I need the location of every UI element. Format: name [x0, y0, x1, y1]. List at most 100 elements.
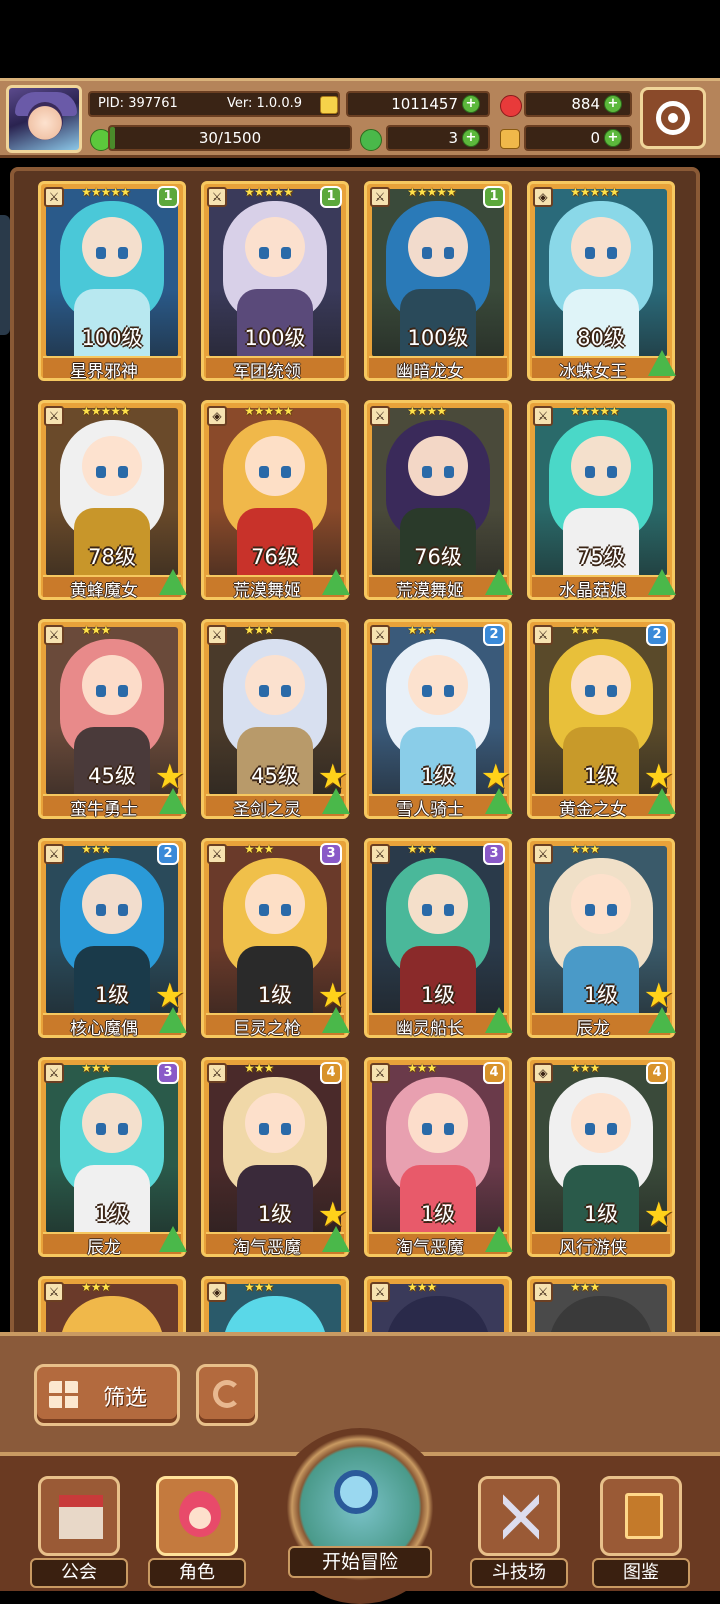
gems-bar: 884 + — [524, 91, 632, 117]
filter-button[interactable]: 筛选 — [34, 1364, 180, 1426]
sword-icon: ⚔ — [44, 844, 64, 864]
gold-amount: 1011457 — [391, 95, 458, 113]
portrait-face — [82, 1093, 142, 1153]
player-id: PID: 397761 — [98, 96, 178, 111]
level-up-arrow-icon — [485, 1226, 513, 1252]
star-rating: ★★★★★ — [244, 185, 294, 199]
portrait-face — [408, 874, 468, 934]
character-card[interactable]: ⚔ ★★★ 45级 ★ 圣剑之灵 — [201, 619, 350, 820]
nav-guild-label: 公会 — [30, 1558, 128, 1588]
portrait-eye — [96, 685, 106, 697]
character-roster-panel[interactable]: ⚔ ★★★★★ 1 100级 星界邪神 ⚔ ★★★★★ 1 100级 军团统领 ⚔ ★★★★★ 1 100… — [10, 167, 700, 1342]
character-card[interactable]: ⚔ ★★★ 2 1级 ★ 雪人骑士 — [364, 619, 513, 820]
character-level: 1级 — [420, 983, 456, 1007]
character-card[interactable]: ⚔ ★★★ 45级 ★ 蛮牛勇士 — [38, 619, 187, 820]
character-card[interactable]: ⚔ ★★★ 2 1级 ★ 黄金之女 — [527, 619, 676, 820]
character-name: 雪人骑士 — [396, 800, 464, 820]
star-rating: ★★★ — [570, 1061, 600, 1075]
character-card[interactable]: ⚔ ★★★ 1级 ★ 辰龙 — [527, 838, 676, 1039]
portrait-eye — [607, 1123, 617, 1135]
portrait-eye — [96, 466, 106, 478]
name-plate: 幽暗龙女 — [369, 356, 507, 382]
nav-guild[interactable]: 公会 — [30, 1472, 128, 1592]
character-card[interactable]: ⚔ ★★★★★ 1 100级 军团统领 — [201, 181, 349, 382]
side-drawer-handle[interactable] — [0, 215, 10, 335]
character-card[interactable]: ⚔ ★★★ 3 1级 幽灵船长 — [364, 838, 513, 1039]
refresh-button[interactable] — [196, 1364, 258, 1426]
rank-badge: 4 — [483, 1062, 505, 1084]
character-level: 76级 — [251, 545, 299, 569]
settings-button[interactable] — [640, 87, 706, 149]
character-name: 蛮牛勇士 — [70, 800, 138, 820]
portrait-eye — [585, 247, 595, 259]
shield-icon: ◈ — [533, 187, 553, 207]
add-gems-plus-icon[interactable]: + — [604, 95, 622, 113]
add-clover-plus-icon[interactable]: + — [462, 129, 480, 147]
portrait-eye — [585, 1123, 595, 1135]
add-gold-plus-icon[interactable]: + — [462, 95, 480, 113]
shield-icon: ◈ — [207, 1282, 227, 1302]
add-key-plus-icon[interactable]: + — [604, 129, 622, 147]
nav-start-adventure[interactable]: 开始冒险 — [272, 1428, 448, 1604]
character-card[interactable]: ⚔ ★★★ 4 1级 淘气恶魔 — [364, 1057, 513, 1258]
character-card[interactable]: ◈ ★★★★★ 80级 冰蛛女王 — [527, 181, 676, 382]
character-level: 78级 — [88, 545, 136, 569]
portrait-eye — [259, 1123, 269, 1135]
sword-icon: ⚔ — [207, 625, 227, 645]
character-card[interactable]: ◈ ★★★ 4 1级 ★ 风行游侠 — [527, 1057, 675, 1258]
star-rating: ★★★ — [244, 1280, 274, 1294]
star-rating: ★★★ — [81, 1280, 111, 1294]
rank-badge: 1 — [157, 186, 179, 208]
name-plate: 军团统领 — [206, 356, 344, 382]
character-card[interactable]: ⚔ ★★★ 4 1级 ★ 淘气恶魔 — [201, 1057, 350, 1258]
star-rating: ★★★ — [407, 1061, 437, 1075]
sword-icon: ⚔ — [207, 1063, 227, 1083]
gold-bar: 1011457 + — [346, 91, 490, 117]
sword-icon: ⚔ — [370, 625, 390, 645]
sword-icon: ⚔ — [44, 406, 64, 426]
nav-arena[interactable]: 斗技场 — [470, 1472, 568, 1592]
rank-badge: 3 — [320, 843, 342, 865]
character-card[interactable]: ⚔ ★★★★★ 78级 黄蜂魔女 — [38, 400, 187, 601]
character-name: 黄蜂魔女 — [70, 581, 138, 601]
portrait-eye — [259, 247, 269, 259]
nav-codex[interactable]: 图鉴 — [592, 1472, 690, 1592]
rank-badge: 4 — [320, 1062, 342, 1084]
sword-icon: ⚔ — [533, 1282, 553, 1302]
avatar-face — [27, 102, 63, 140]
portrait-face — [571, 436, 631, 496]
sword-icon: ⚔ — [370, 1282, 390, 1302]
portrait-face — [82, 874, 142, 934]
rank-badge: 1 — [320, 186, 342, 208]
level-up-arrow-icon — [485, 788, 513, 814]
character-name: 军团统领 — [233, 362, 301, 382]
character-card[interactable]: ⚔ ★★★ 3 1级 辰龙 — [38, 1057, 187, 1258]
player-avatar[interactable] — [6, 85, 82, 153]
name-plate: 风行游侠 — [532, 1232, 670, 1258]
level-up-arrow-icon — [322, 1226, 350, 1252]
character-card[interactable]: ⚔ ★★★★★ 1 100级 幽暗龙女 — [364, 181, 512, 382]
character-level: 80级 — [577, 326, 625, 350]
character-level: 100级 — [81, 326, 143, 350]
nav-characters[interactable]: 角色 — [148, 1472, 246, 1592]
portrait-eye — [118, 904, 128, 916]
character-card[interactable]: ⚔ ★★★★★ 1 100级 星界邪神 — [38, 181, 186, 382]
character-card[interactable]: ⚔ ★★★★ 76级 荒漠舞姬 — [364, 400, 513, 601]
sword-icon: ⚔ — [44, 187, 64, 207]
character-card[interactable]: ⚔ ★★★ 3 1级 ★ 巨灵之枪 — [201, 838, 350, 1039]
refresh-icon — [213, 1380, 241, 1408]
portrait-eye — [607, 685, 617, 697]
nav-arena-label: 斗技场 — [470, 1558, 568, 1588]
player-info-bar: PID: 397761 Ver: 1.0.0.9 — [88, 91, 340, 117]
sword-icon: ⚔ — [207, 187, 227, 207]
portrait-eye — [607, 247, 617, 259]
gear-icon — [656, 101, 690, 135]
character-card[interactable]: ◈ ★★★★★ 76级 荒漠舞姬 — [201, 400, 350, 601]
star-rating: ★★★ — [407, 1280, 437, 1294]
portrait-eye — [96, 247, 106, 259]
character-card[interactable]: ⚔ ★★★★★ 75级 水晶菇娘 — [527, 400, 676, 601]
character-card[interactable]: ⚔ ★★★ 2 1级 ★ 核心魔偶 — [38, 838, 187, 1039]
character-name: 淘气恶魔 — [396, 1238, 464, 1258]
stamina-bar: 30/1500 — [108, 125, 352, 151]
character-name: 淘气恶魔 — [233, 1238, 301, 1258]
